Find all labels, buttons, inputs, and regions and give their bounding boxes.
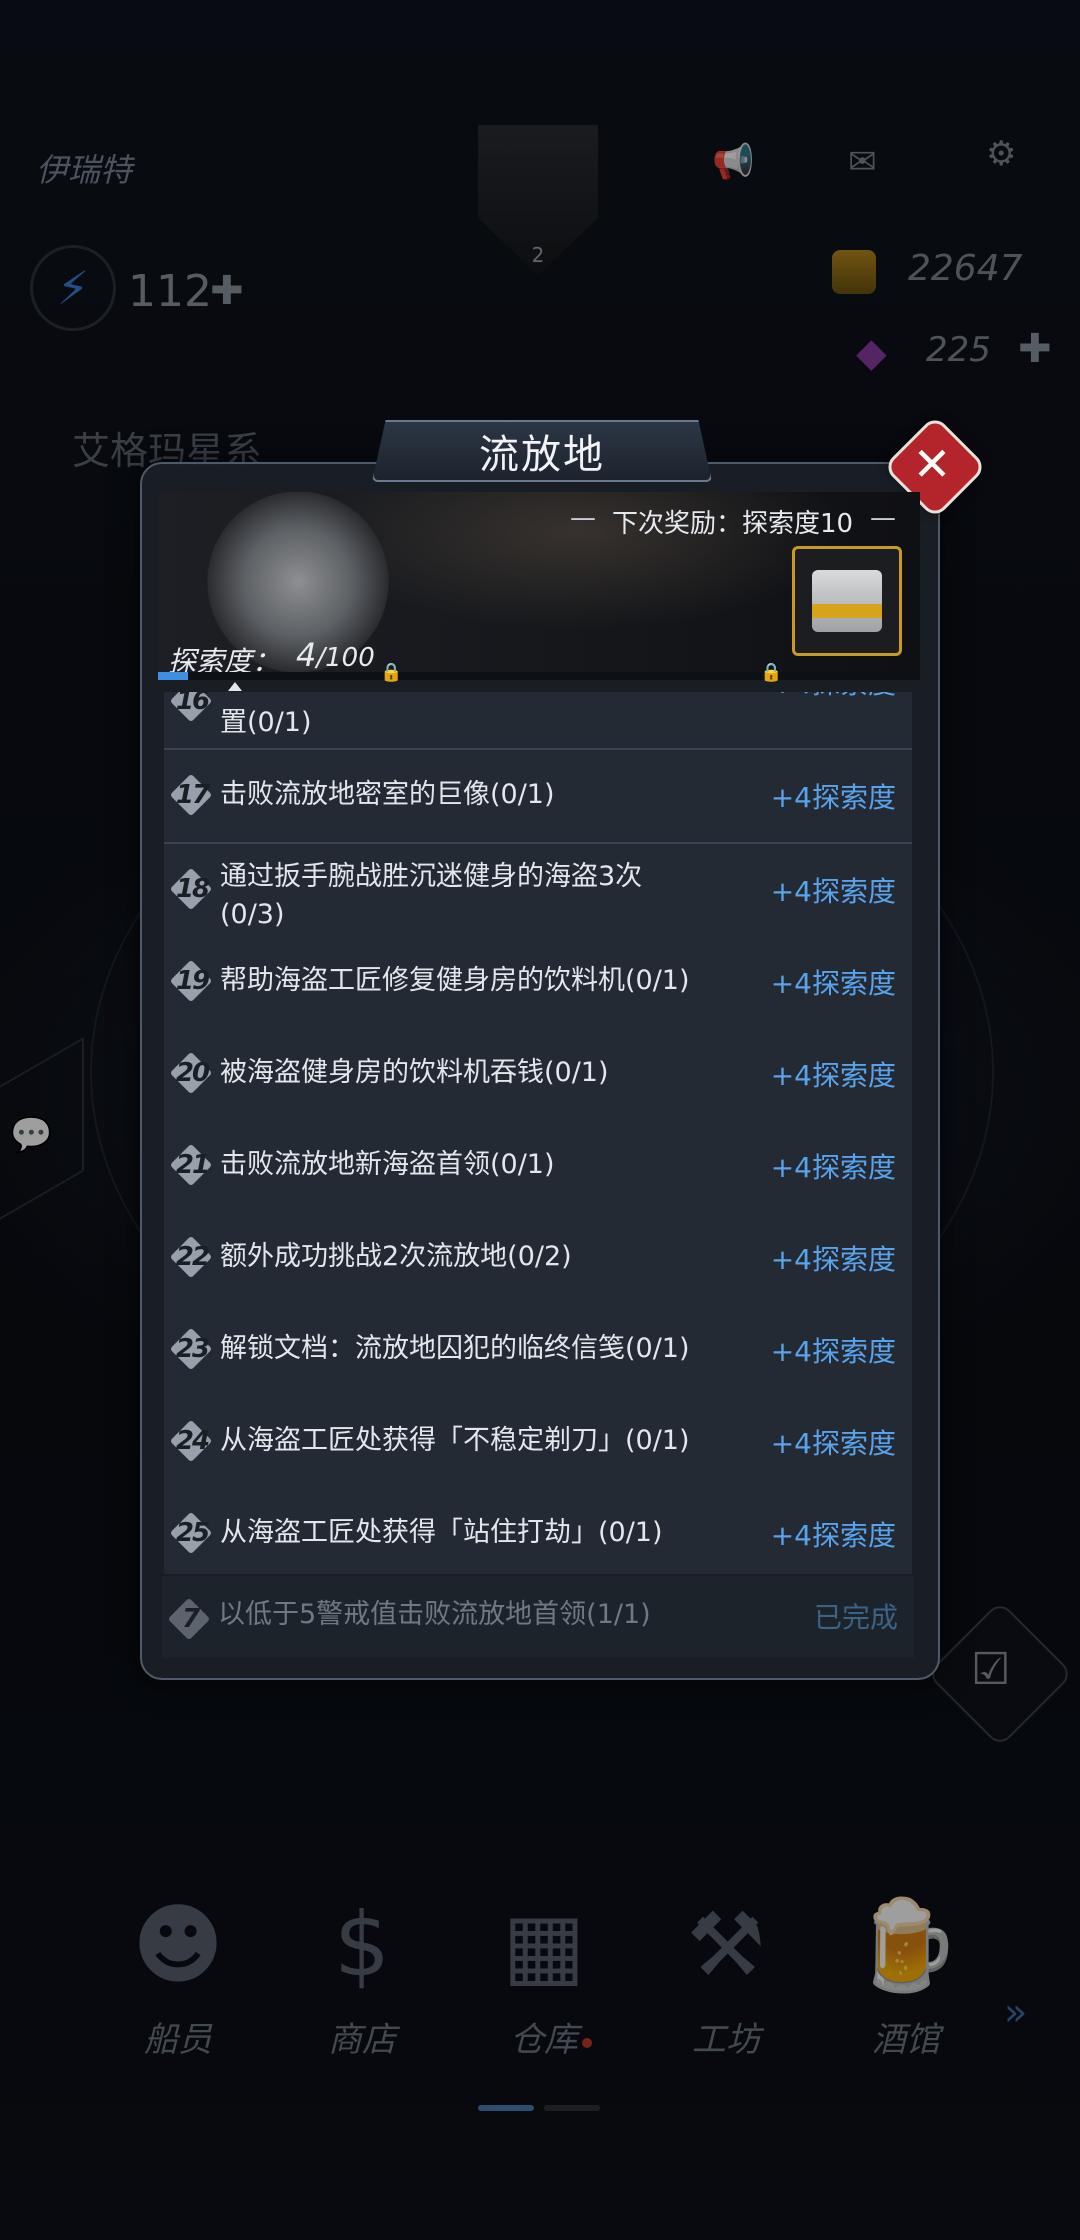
task-row: 25 从海盗工匠处获得「站住打劫」(0/1) +4探索度 [164,1488,912,1574]
task-reward: +4探索度 [770,875,896,908]
progress-fill [158,672,189,680]
progress-value: 4/100 [296,636,375,674]
lock-icon: 🔒 [380,662,403,683]
task-number: 7 [181,1604,200,1634]
task-reward: +4探索度 [770,967,896,1000]
task-reward: +4探索度 [770,781,896,814]
progress-marker [228,682,242,691]
task-number: 16 [175,692,210,716]
task-description: 击败流放地密室的巨像(0/1) [220,779,555,810]
modal-title-tab: 流放地 [372,420,712,482]
task-row: 18 通过扳手腕战胜沉迷健身的海盗3次(0/3) +4探索度 [164,844,912,938]
progress-bar [158,672,920,680]
task-description: 帮助海盗工匠修复健身房的饮料机(0/1) [220,965,690,996]
task-description: 以低于5警戒值击败流放地首领(1/1) [218,1599,651,1630]
task-number: 24 [175,1426,210,1456]
task-row: 21 击败流放地新海盗首领(0/1) +4探索度 [164,1120,912,1214]
task-row: 24 从海盗工匠处获得「不稳定剃刀」(0/1) +4探索度 [164,1396,912,1490]
task-description: 从海盗工匠处获得「站住打劫」(0/1) [220,1517,663,1548]
task-number: 20 [175,1058,210,1088]
task-description: 置(0/1) [220,707,312,738]
task-row: 22 额外成功挑战2次流放地(0/2) +4探索度 [164,1212,912,1306]
lock-icon: 🔒 [760,662,783,683]
task-list[interactable]: 16 置(0/1) +4探索度 17 击败流放地密室的巨像(0/1) +4探索度… [160,692,916,1574]
task-number: 17 [175,780,210,810]
task-description: 从海盗工匠处获得「不稳定剃刀」(0/1) [220,1425,690,1456]
task-row: 20 被海盗健身房的饮料机吞钱(0/1) +4探索度 [164,1028,912,1122]
progress-current: 4 [296,636,317,674]
task-reward: +4探索度 [770,1243,896,1276]
completed-task-row: 7 以低于5警戒值击败流放地首领(1/1) 已完成 [162,1576,914,1658]
task-description: 被海盗健身房的饮料机吞钱(0/1) [220,1057,609,1088]
task-reward: +4探索度 [770,1335,896,1368]
progress-max: /100 [316,643,375,673]
task-number: 23 [175,1334,210,1364]
task-number: 19 [175,966,210,996]
task-reward: +4探索度 [770,1059,896,1092]
task-reward: +4探索度 [770,1151,896,1184]
task-row: 23 解锁文档：流放地囚犯的临终信笺(0/1) +4探索度 [164,1304,912,1398]
close-icon[interactable]: ✕ [898,430,966,498]
task-number: 25 [175,1518,210,1548]
task-number: 18 [175,874,210,904]
modal-title: 流放地 [479,432,605,478]
task-description: 通过扳手腕战胜沉迷健身的海盗3次(0/3) [220,861,643,930]
next-reward-text: 下次奖励：探索度10 [612,509,854,539]
task-reward: +4探索度 [770,1427,896,1460]
task-reward: +4探索度 [770,1519,896,1552]
task-number: 22 [175,1242,210,1272]
task-reward: +4探索度 [771,692,896,702]
task-number: 21 [175,1150,210,1180]
task-description: 额外成功挑战2次流放地(0/2) [220,1241,572,1272]
reward-chest[interactable] [792,546,902,656]
task-description: 解锁文档：流放地囚犯的临终信笺(0/1) [220,1333,690,1364]
crate-icon [812,570,882,632]
task-description: 击败流放地新海盗首领(0/1) [220,1149,555,1180]
divider-dash: — [570,503,596,533]
task-row: 16 置(0/1) +4探索度 [164,692,912,750]
task-row: 17 击败流放地密室的巨像(0/1) +4探索度 [164,750,912,844]
task-row: 19 帮助海盗工匠修复健身房的饮料机(0/1) +4探索度 [164,936,912,1030]
task-status: 已完成 [813,1601,898,1634]
divider-dash: — [870,503,896,533]
